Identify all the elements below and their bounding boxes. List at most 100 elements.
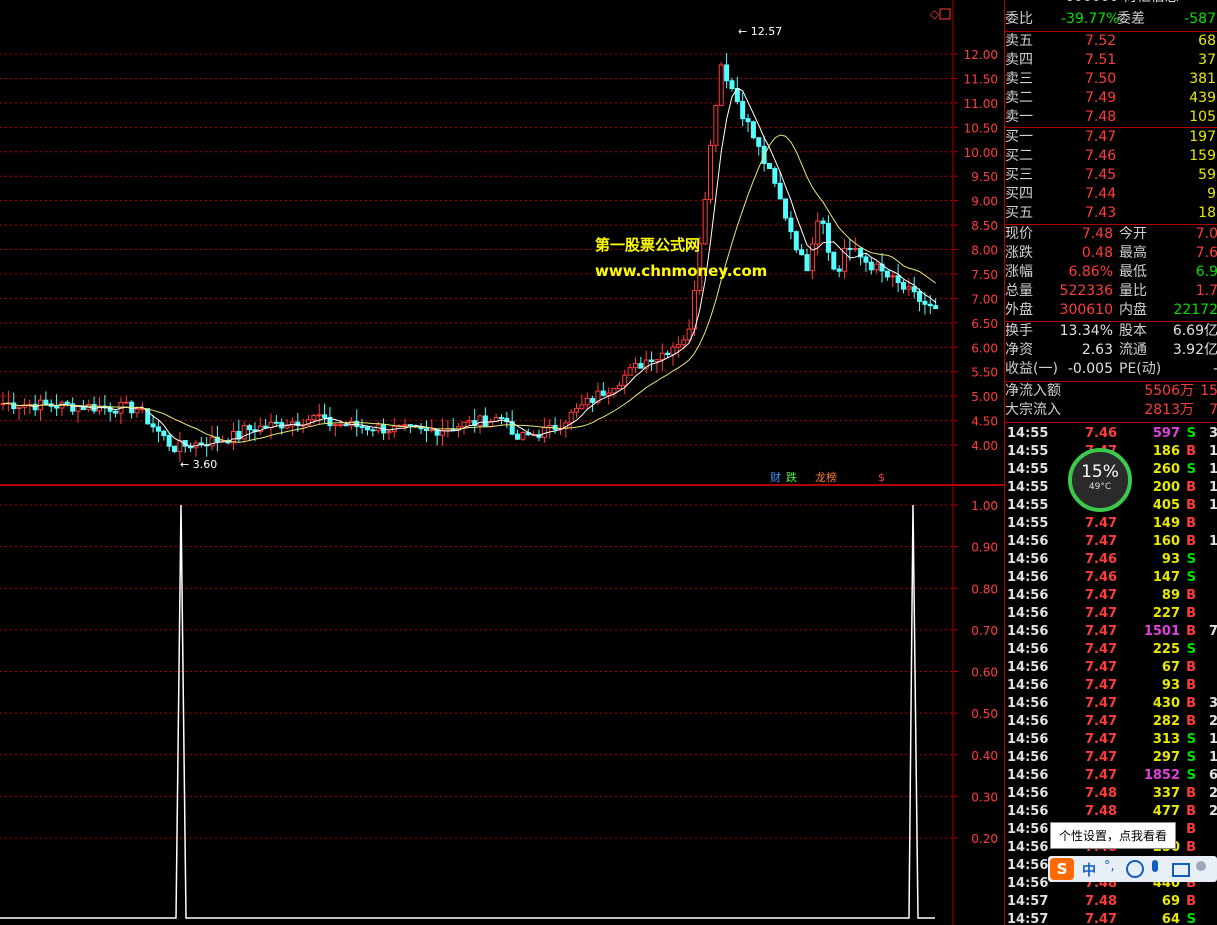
tick-volume: 313 [1152, 732, 1180, 747]
keyboard-icon[interactable] [1172, 863, 1190, 877]
candle-down [900, 282, 906, 290]
ime-mode-toggle[interactable]: 中 [1082, 860, 1096, 880]
tick-price: 7.47 [1085, 912, 1118, 925]
tick-price: 7.47 [1085, 624, 1118, 639]
buy-level-3[interactable]: 买三 7.45 59 [1005, 166, 1217, 185]
stat2-value: 13.34% [1059, 323, 1113, 339]
candle-up [579, 404, 585, 409]
tick-volume: 69 [1161, 894, 1180, 909]
candle-up [670, 346, 676, 356]
sell-level-price: 7.51 [1085, 52, 1117, 68]
stat-value: 6.86% [1068, 264, 1113, 280]
stat-value-2: 7.6 [1195, 245, 1217, 261]
candle-down [370, 429, 376, 432]
price-tick-label: 8.00 [971, 244, 998, 258]
watermark-title: 第一股票公式网 [595, 236, 701, 254]
buy-level-1[interactable]: 买一 7.47 197 [1005, 128, 1217, 147]
ime-toolbar[interactable]: S 中 °, [1048, 856, 1217, 882]
tick-direction: S [1186, 732, 1196, 747]
tick-row: 14:56 7.47 430 B3 [1005, 695, 1217, 713]
cpu-gauge[interactable]: 15% 49°C [1068, 448, 1132, 512]
tick-volume: 225 [1152, 642, 1180, 657]
tick-price: 7.46 [1085, 426, 1118, 441]
ime-punct-toggle[interactable]: °, [1104, 859, 1115, 874]
sell-level-price: 7.49 [1085, 90, 1117, 106]
ma-fast-line [2, 87, 936, 447]
tick-count: 3 [1209, 695, 1217, 713]
sell-level-3[interactable]: 卖三 7.50 381 [1005, 70, 1217, 89]
candle-up [606, 392, 612, 396]
tick-time: 14:56 [1007, 696, 1049, 711]
candle-up [466, 420, 472, 423]
price-tick-label: 6.00 [971, 341, 998, 355]
candle-up [230, 430, 236, 444]
stat-row: 总量 522336 量比 1.7 [1005, 282, 1217, 301]
tick-price: 7.47 [1085, 516, 1118, 531]
candle-down [649, 359, 655, 363]
candle-up [332, 424, 338, 427]
tick-volume: 147 [1152, 570, 1180, 585]
tick-time: 14:56 [1007, 804, 1049, 819]
sell-level-5[interactable]: 卖五 7.52 68 [1005, 32, 1217, 51]
tick-count: 1 [1209, 461, 1217, 479]
price-tick-label: 5.50 [971, 366, 998, 380]
tick-count: 1 [1209, 443, 1217, 461]
tick-price: 7.47 [1085, 534, 1118, 549]
tick-price: 7.47 [1085, 768, 1118, 783]
flow-extra: 7 [1209, 401, 1217, 420]
candle-down [54, 405, 60, 409]
tick-volume: 260 [1152, 462, 1180, 477]
indicator-tick-label: 0.60 [971, 666, 998, 680]
tick-volume: 282 [1152, 714, 1180, 729]
candle-down [515, 433, 521, 440]
microphone-icon[interactable] [1152, 860, 1158, 872]
stat-value: 0.48 [1081, 245, 1113, 261]
emoji-icon[interactable] [1126, 860, 1144, 878]
stat-label-2: 最高 [1119, 245, 1147, 261]
tick-time: 14:56 [1007, 678, 1049, 693]
stat-label-2: 今开 [1119, 226, 1147, 242]
settings-tooltip[interactable]: 个性设置，点我看看 [1050, 822, 1177, 849]
tick-volume: 186 [1152, 444, 1180, 459]
candle-down [922, 300, 928, 305]
candle-down [263, 425, 269, 429]
flow-value: 5506万 [1144, 383, 1194, 399]
panel-title: 600000 荷框信息 [1005, 0, 1217, 7]
buy-level-5[interactable]: 买五 7.43 18 [1005, 204, 1217, 223]
buy-level-4[interactable]: 买四 7.44 9 [1005, 185, 1217, 204]
candle-up [622, 374, 628, 386]
candle-down [423, 428, 429, 432]
indicator-tick-label: 0.80 [971, 582, 998, 596]
candle-down [911, 286, 917, 293]
tick-direction: B [1186, 822, 1196, 837]
tick-direction: S [1186, 462, 1196, 477]
stat-value-2: 6.9 [1195, 264, 1217, 280]
buy-level-volume: 18 [1198, 205, 1216, 221]
sell-level-price: 7.52 [1085, 33, 1117, 49]
price-tick-label: 9.50 [971, 170, 998, 184]
price-tick-label: 11.50 [964, 72, 998, 86]
tick-time: 14:56 [1007, 660, 1049, 675]
sogou-logo-icon[interactable]: S [1050, 858, 1074, 880]
buy-level-price: 7.44 [1085, 186, 1117, 202]
sell-level-1[interactable]: 卖一 7.48 105 [1005, 108, 1217, 127]
tick-price: 7.47 [1085, 714, 1118, 729]
tick-row: 14:56 7.47 93 B [1005, 677, 1217, 695]
user-icon[interactable] [1196, 861, 1206, 871]
kline-chart[interactable]: 12.00 11.50 11.00 10.50 10.00 9.50 9.00 8.50 8.0… [0, 0, 1004, 925]
tick-volume: 89 [1161, 588, 1180, 603]
buy-level-2[interactable]: 买二 7.46 159 [1005, 147, 1217, 166]
sell-level-2[interactable]: 卖二 7.49 439 [1005, 89, 1217, 108]
candle-down [482, 415, 488, 428]
sell-level-4[interactable]: 卖四 7.51 37 [1005, 51, 1217, 70]
tick-direction: B [1186, 696, 1196, 711]
candle-up [681, 339, 687, 346]
tick-direction: B [1186, 624, 1196, 639]
candle-up [574, 407, 580, 413]
tick-direction: B [1186, 804, 1196, 819]
price-tick-label: 4.50 [971, 415, 998, 429]
tick-volume: 405 [1152, 498, 1180, 513]
tick-price: 7.47 [1085, 678, 1118, 693]
tick-volume: 337 [1152, 786, 1180, 801]
candle-down [777, 182, 783, 200]
